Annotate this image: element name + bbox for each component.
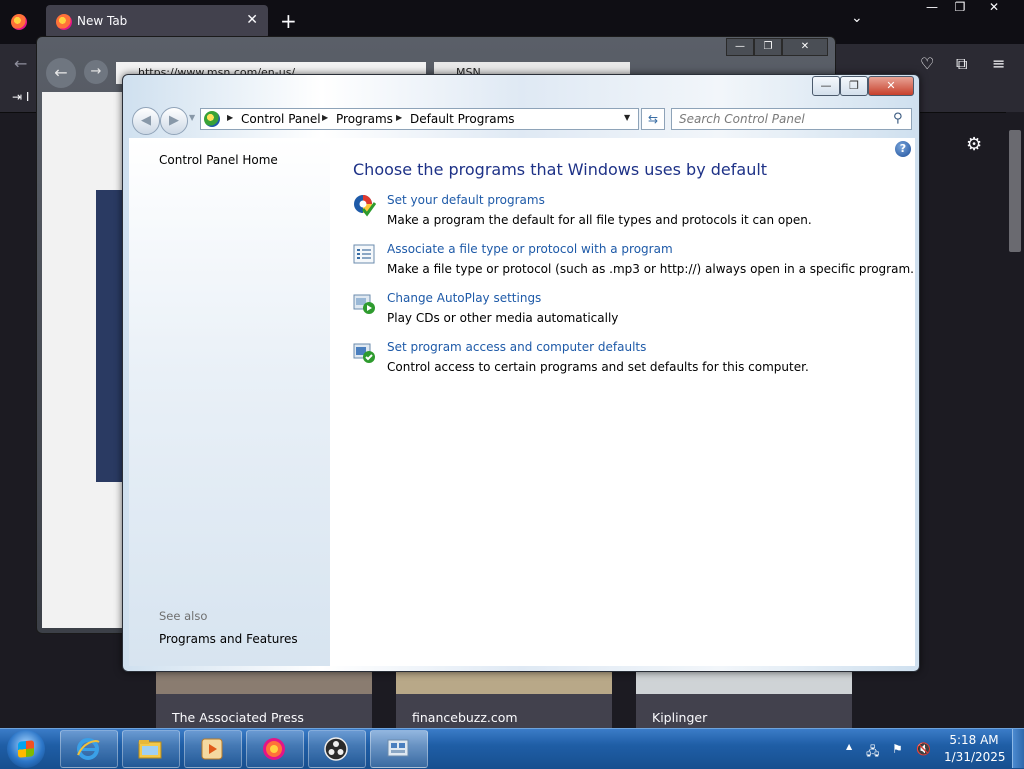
new-tab-button[interactable]: + xyxy=(280,9,297,33)
help-icon[interactable]: ? xyxy=(895,141,911,157)
ie-close-button[interactable]: ✕ xyxy=(782,38,828,56)
cp-maximize-button[interactable]: ❐ xyxy=(840,76,868,96)
search-icon[interactable]: ⚲ xyxy=(893,111,903,126)
news-card[interactable]: The Associated Press xyxy=(156,670,372,730)
cp-sidebar xyxy=(129,138,330,666)
app-menu-icon[interactable]: ≡ xyxy=(992,54,1005,73)
scrollbar-thumb[interactable] xyxy=(1009,130,1021,252)
associate-file-type-desc: Make a file type or protocol (such as .m… xyxy=(387,262,914,276)
cp-back-button[interactable]: ◀ xyxy=(132,107,160,135)
firefox-restore-button[interactable]: ❐ xyxy=(946,0,974,14)
ie-forward-button[interactable]: → xyxy=(84,60,108,84)
programs-and-features-link[interactable]: Programs and Features xyxy=(159,632,298,646)
taskbar-file-explorer[interactable] xyxy=(122,730,180,768)
firefox-tab-new-tab[interactable]: New Tab ✕ xyxy=(46,5,268,39)
clock-time[interactable]: 5:18 AM xyxy=(946,733,1002,747)
firefox-menu-icon[interactable] xyxy=(11,14,27,30)
taskbar-media-player[interactable] xyxy=(184,730,242,768)
taskbar-control-panel[interactable] xyxy=(370,730,428,768)
news-card[interactable]: financebuzz.com xyxy=(396,670,612,730)
news-source: financebuzz.com xyxy=(412,710,518,725)
obs-icon xyxy=(324,737,348,761)
tab-title: New Tab xyxy=(77,14,128,28)
breadcrumb-programs[interactable]: Programs xyxy=(336,112,393,126)
firefox-minimize-button[interactable]: — xyxy=(918,0,946,14)
taskbar-internet-explorer[interactable] xyxy=(60,730,118,768)
associate-file-type-link[interactable]: Associate a file type or protocol with a… xyxy=(387,242,673,256)
windows-logo-icon xyxy=(18,740,34,758)
program-access-desc: Control access to certain programs and s… xyxy=(387,360,809,374)
extensions-icon[interactable]: ⧉ xyxy=(956,54,967,74)
news-thumbnail xyxy=(636,670,852,694)
breadcrumb-default-programs[interactable]: Default Programs xyxy=(410,112,515,126)
breadcrumb-arrow-icon[interactable]: ▶ xyxy=(227,113,233,122)
cp-minimize-button[interactable]: — xyxy=(812,76,840,96)
program-access-icon xyxy=(353,343,375,363)
see-also-label: See also xyxy=(159,609,208,623)
news-card[interactable]: Kiplinger xyxy=(636,670,852,730)
firefox-tab-icon xyxy=(56,14,72,30)
recent-pages-dropdown-icon[interactable]: ▼ xyxy=(189,113,195,122)
default-programs-icon xyxy=(354,195,376,217)
control-panel-home-link[interactable]: Control Panel Home xyxy=(159,153,278,167)
list-all-tabs-icon[interactable]: ⌄ xyxy=(851,10,863,26)
volume-muted-icon[interactable]: 🔇 xyxy=(916,742,931,756)
file-association-icon xyxy=(353,244,375,264)
ie-restore-button[interactable]: ❐ xyxy=(754,38,782,56)
control-panel-icon xyxy=(204,111,220,127)
ie-minimize-button[interactable]: — xyxy=(726,38,754,56)
cp-forward-button[interactable]: ▶ xyxy=(160,107,188,135)
pocket-icon[interactable]: ♡ xyxy=(920,54,934,73)
taskbar-firefox[interactable] xyxy=(246,730,304,768)
cp-close-button[interactable]: ✕ xyxy=(868,76,914,96)
search-placeholder: Search Control Panel xyxy=(679,112,805,126)
clock-date[interactable]: 1/31/2025 xyxy=(944,750,1006,764)
address-dropdown-icon[interactable]: ▼ xyxy=(624,113,630,122)
news-thumbnail xyxy=(156,670,372,694)
ie-back-button[interactable]: ← xyxy=(46,58,76,88)
change-autoplay-link[interactable]: Change AutoPlay settings xyxy=(387,291,541,305)
file-explorer-icon xyxy=(138,740,162,759)
breadcrumb-control-panel[interactable]: Control Panel xyxy=(241,112,321,126)
import-bookmarks-button[interactable]: ⇥ I xyxy=(12,90,29,104)
firefox-close-button[interactable]: ✕ xyxy=(980,0,1008,14)
internet-explorer-icon xyxy=(77,738,100,760)
tab-close-icon[interactable]: ✕ xyxy=(246,12,258,28)
firefox-back-icon[interactable]: ← xyxy=(14,54,27,73)
show-hidden-icons-icon[interactable]: ▲ xyxy=(846,742,852,751)
control-panel-icon xyxy=(387,739,409,757)
autoplay-icon xyxy=(353,294,375,314)
news-thumbnail xyxy=(396,670,612,694)
news-source: Kiplinger xyxy=(652,710,708,725)
change-autoplay-desc: Play CDs or other media automatically xyxy=(387,311,619,325)
media-player-icon xyxy=(201,738,223,760)
taskbar-obs[interactable] xyxy=(308,730,366,768)
refresh-button[interactable]: ⇆ xyxy=(641,108,665,130)
action-center-flag-icon[interactable]: ⚑ xyxy=(892,742,903,756)
set-default-programs-link[interactable]: Set your default programs xyxy=(387,193,545,207)
firefox-icon xyxy=(263,738,285,760)
set-default-programs-desc: Make a program the default for all file … xyxy=(387,213,812,227)
newtab-settings-icon[interactable]: ⚙ xyxy=(966,134,982,155)
show-desktop-button[interactable] xyxy=(1012,729,1024,768)
start-button[interactable] xyxy=(7,730,45,768)
network-icon[interactable]: 🖧 xyxy=(866,742,879,763)
program-access-link[interactable]: Set program access and computer defaults xyxy=(387,340,646,354)
page-title: Choose the programs that Windows uses by… xyxy=(353,160,768,179)
breadcrumb-arrow-icon[interactable]: ▶ xyxy=(322,113,328,122)
breadcrumb-arrow-icon[interactable]: ▶ xyxy=(396,113,402,122)
news-source: The Associated Press xyxy=(172,710,304,725)
